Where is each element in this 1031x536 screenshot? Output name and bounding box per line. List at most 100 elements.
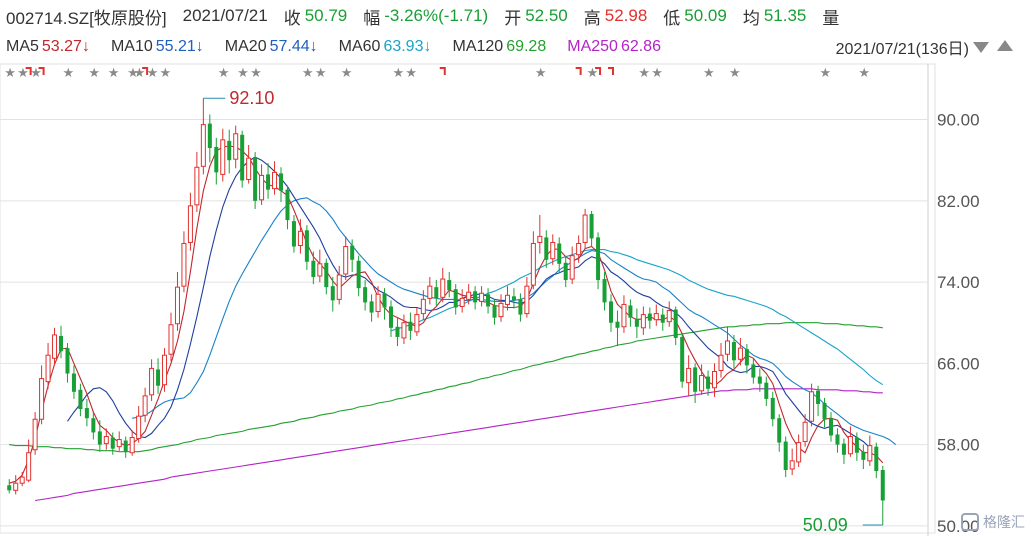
candle-body xyxy=(764,382,769,399)
star-marker-icon: ★ xyxy=(302,66,314,81)
candle-body xyxy=(220,139,226,175)
candle-body xyxy=(660,314,665,323)
candle-body xyxy=(116,439,122,448)
star-marker-icon: ★ xyxy=(341,66,353,81)
star-marker-icon: ★ xyxy=(729,66,741,81)
flag-marker-icon xyxy=(608,67,614,75)
candle-body xyxy=(608,301,614,323)
candle-body xyxy=(420,298,426,315)
candle-body xyxy=(473,291,478,303)
candle-body xyxy=(162,354,168,386)
candle-body xyxy=(52,334,58,359)
candle-body xyxy=(861,451,866,460)
candle-body xyxy=(498,302,504,318)
candle-body xyxy=(718,354,724,371)
candle-body xyxy=(7,485,12,491)
candle-body xyxy=(330,286,335,301)
star-marker-icon: ★ xyxy=(651,66,663,81)
candle-body xyxy=(686,367,692,384)
candle-body xyxy=(524,285,530,315)
candle-body xyxy=(796,442,802,463)
candle-body xyxy=(266,174,271,190)
candle-body xyxy=(110,437,115,449)
candle-body xyxy=(504,294,510,305)
candle-body xyxy=(576,242,582,256)
candle-body xyxy=(712,370,718,389)
candle-body xyxy=(343,246,349,275)
candle-body xyxy=(854,437,859,453)
candle-body xyxy=(414,314,420,333)
candle-body xyxy=(200,124,206,167)
candle-body xyxy=(737,347,743,360)
candle-body xyxy=(492,305,497,318)
candle-body xyxy=(395,326,400,337)
candle-body xyxy=(408,321,413,331)
candle-body xyxy=(783,441,788,471)
candle-body xyxy=(666,310,672,323)
candle-body xyxy=(194,166,200,206)
candle-body xyxy=(272,171,278,190)
candlestick-chart[interactable]: 50.0058.0066.0074.0082.0090.0092.1050.09… xyxy=(0,0,1031,536)
candle-body xyxy=(518,299,523,315)
candle-body xyxy=(369,301,374,313)
star-marker-icon: ★ xyxy=(858,66,870,81)
candle-body xyxy=(71,373,76,392)
candle-body xyxy=(653,313,659,321)
candle-body xyxy=(350,245,355,260)
candle-body xyxy=(187,205,193,243)
candle-body xyxy=(680,336,685,382)
candle-body xyxy=(324,262,329,288)
candle-body xyxy=(304,230,309,262)
candle-body xyxy=(311,260,316,278)
candle-body xyxy=(880,470,885,501)
candle-body xyxy=(621,303,627,328)
star-marker-icon: ★ xyxy=(218,66,230,81)
star-marker-icon: ★ xyxy=(535,66,547,81)
candle-body xyxy=(867,445,873,462)
candle-body xyxy=(744,349,749,366)
y-tick-label: 58.00 xyxy=(937,436,980,455)
candle-body xyxy=(724,340,730,355)
candle-body xyxy=(58,335,64,352)
high-price-label: 92.10 xyxy=(229,88,274,108)
candle-body xyxy=(628,305,633,318)
candle-body xyxy=(246,157,252,180)
candle-body xyxy=(544,237,549,260)
candle-body xyxy=(751,364,756,378)
candle-body xyxy=(375,293,381,313)
candle-body xyxy=(233,133,239,160)
candle-body xyxy=(647,313,652,321)
candle-body xyxy=(634,318,639,327)
candle-body xyxy=(789,460,795,470)
candle-body xyxy=(809,391,815,422)
candle-body xyxy=(835,434,840,445)
candle-body xyxy=(822,402,827,420)
candle-body xyxy=(382,293,387,308)
star-marker-icon: ★ xyxy=(315,66,327,81)
candle-body xyxy=(214,146,219,173)
candle-body xyxy=(615,321,620,328)
candle-body xyxy=(317,263,323,277)
candle-body xyxy=(693,367,698,392)
candle-body xyxy=(440,278,446,298)
candle-body xyxy=(97,431,102,445)
candle-body xyxy=(537,235,543,243)
flag-marker-icon xyxy=(439,67,446,75)
candle-body xyxy=(78,389,83,410)
ma20-line xyxy=(132,197,897,446)
star-marker-icon: ★ xyxy=(237,66,249,81)
candle-body xyxy=(557,243,562,264)
watermark: 格隆汇 xyxy=(961,512,1025,532)
candle-body xyxy=(356,260,361,289)
candle-body xyxy=(253,157,258,201)
candle-body xyxy=(32,418,38,451)
watermark-logo-icon xyxy=(961,513,979,531)
candle-body xyxy=(26,452,32,481)
candle-body xyxy=(563,262,568,281)
flag-marker-icon xyxy=(575,67,582,75)
candle-body xyxy=(207,123,212,148)
candle-body xyxy=(259,174,265,201)
candle-body xyxy=(103,435,109,445)
candle-body xyxy=(550,241,556,260)
candle-body xyxy=(168,324,174,355)
